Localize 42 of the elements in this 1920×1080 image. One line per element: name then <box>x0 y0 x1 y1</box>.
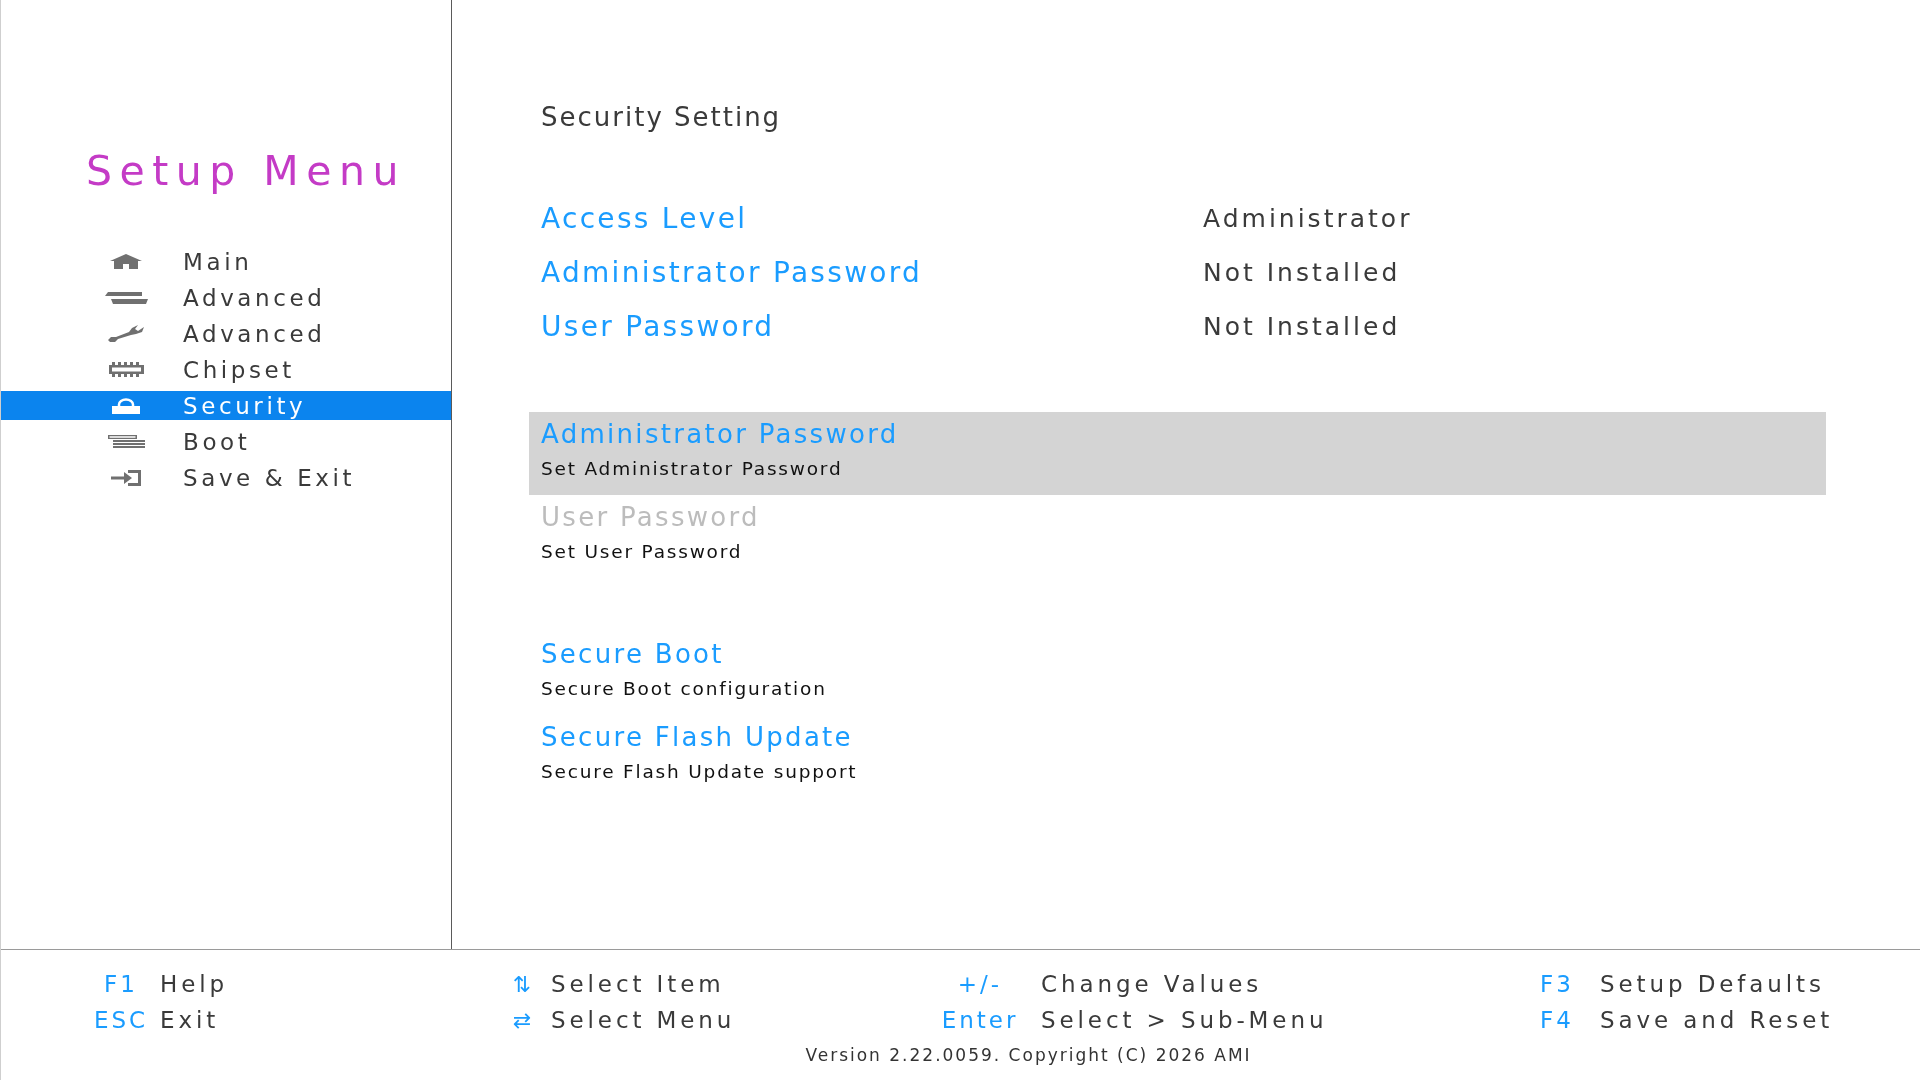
key-label: F1 <box>104 970 138 999</box>
key-description: Select > Sub-Menu <box>1041 1005 1328 1035</box>
setting-value: Administrator <box>1203 203 1413 235</box>
setting-item[interactable]: Secure Flash Update Secure Flash Update support <box>529 715 870 798</box>
key-label: F4 <box>1540 1005 1574 1035</box>
stacked-bars-icon <box>104 291 148 304</box>
setting-label: User Password <box>541 309 775 345</box>
arrows-icon: ⇄ <box>512 1002 532 1038</box>
setting-value: Not Installed <box>1203 311 1401 343</box>
key-description: Setup Defaults <box>1600 970 1825 999</box>
setting-item[interactable]: Administrator Password Set Administrator Password <box>529 412 1826 495</box>
sidebar-menu-item[interactable]: Advanced <box>104 283 332 312</box>
key-description: Select Item <box>551 970 725 999</box>
key-description: Help <box>160 970 229 999</box>
wrench-icon <box>108 325 144 342</box>
arrows-icon: ⇅ <box>512 967 532 1003</box>
key-description: Save and Reset <box>1600 1005 1834 1035</box>
sidebar-menu-item[interactable]: Save & Exit <box>104 463 362 492</box>
house-icon <box>110 254 142 269</box>
padlock-icon <box>112 397 140 414</box>
sidebar-menu-item[interactable]: Main <box>104 247 259 276</box>
key-description: Change Values <box>1041 970 1263 999</box>
key-label: F3 <box>1540 970 1574 999</box>
sidebar-menu-item[interactable]: Chipset <box>104 355 301 384</box>
stacked-lines-icon <box>107 435 145 448</box>
setting-value: Not Installed <box>1203 257 1401 289</box>
key-label: Enter <box>941 1005 1019 1035</box>
sidebar-menu-item[interactable]: Advanced <box>104 319 332 348</box>
sidebar-menu-item[interactable]: Boot <box>104 427 257 456</box>
key-description: Select Menu <box>551 1005 736 1035</box>
sidebar-menu-item[interactable]: Security <box>1 391 451 420</box>
key-label: +/- <box>957 970 1003 999</box>
menu-title: Setup Menu <box>86 146 406 196</box>
setting-label: Administrator Password <box>541 255 923 291</box>
memory-chip-icon <box>107 362 145 377</box>
key-description: Exit <box>160 1005 220 1035</box>
setting-label: Access Level <box>541 201 748 237</box>
key-label: ESC <box>93 1005 149 1035</box>
version-text: Version 2.22.0059. Copyright (C) 2026 AMI <box>805 1044 1252 1067</box>
setting-item[interactable]: Secure Boot Secure Boot configuration <box>529 632 839 715</box>
arrow-into-box-icon <box>111 469 141 486</box>
page-heading: Security Setting <box>541 101 782 134</box>
